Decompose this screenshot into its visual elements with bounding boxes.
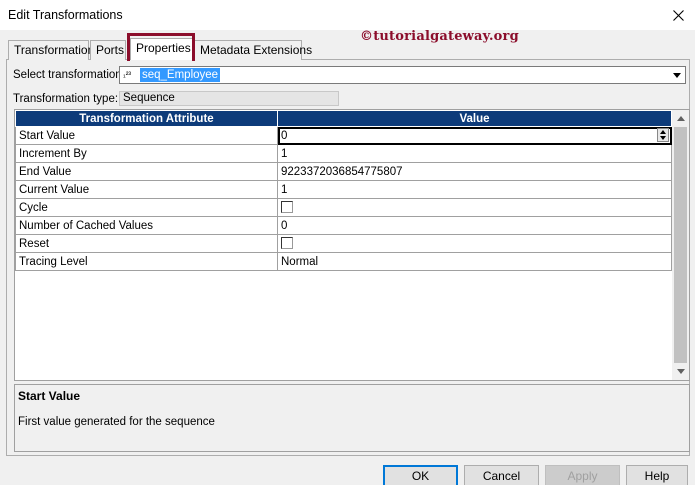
- close-button[interactable]: [665, 2, 691, 28]
- start-value-input[interactable]: 0: [277, 126, 672, 145]
- attribute-name: Tracing Level: [15, 252, 278, 271]
- column-header-attribute: Transformation Attribute: [15, 110, 278, 127]
- tab-properties[interactable]: Properties: [130, 38, 193, 60]
- attribute-name: Current Value: [15, 180, 278, 199]
- transformation-type-label: Transformation type:: [13, 93, 119, 105]
- sequence-icon: ₁²³: [123, 70, 132, 79]
- tab-metadata-extensions[interactable]: Metadata Extensions: [194, 40, 312, 60]
- close-icon: [672, 9, 684, 21]
- tab-transformation[interactable]: Transformation: [8, 40, 94, 60]
- select-transformation-dropdown[interactable]: ₁²³ seq_Employee: [119, 66, 686, 84]
- table-row[interactable]: Start Value 0: [15, 126, 672, 145]
- selected-transformation: seq_Employee: [140, 68, 221, 82]
- title-bar: Edit Transformations: [0, 0, 695, 30]
- column-header-value: Value: [277, 110, 672, 127]
- scrollbar-thumb[interactable]: [674, 127, 687, 363]
- table-row[interactable]: Number of Cached Values 0: [15, 216, 672, 235]
- apply-button: Apply: [545, 465, 620, 485]
- cell-value: 0: [281, 129, 288, 142]
- table-row[interactable]: Cycle: [15, 198, 672, 217]
- attribute-name: Cycle: [15, 198, 278, 217]
- attribute-value[interactable]: 1: [277, 180, 672, 199]
- table-row[interactable]: End Value 9223372036854775807: [15, 162, 672, 181]
- transformation-type-field: Sequence: [119, 91, 339, 106]
- table-row[interactable]: Current Value 1: [15, 180, 672, 199]
- attribute-name: Number of Cached Values: [15, 216, 278, 235]
- scroll-up-icon[interactable]: [672, 110, 689, 127]
- watermark-text: ©tutorialgateway.org: [360, 29, 519, 44]
- scroll-down-icon[interactable]: [672, 363, 689, 380]
- select-transformation-label: Select transformation:: [13, 69, 125, 81]
- attribute-value[interactable]: Normal: [277, 252, 672, 271]
- attribute-value[interactable]: 1: [277, 144, 672, 163]
- window-title: Edit Transformations: [8, 8, 123, 22]
- description-panel: Start Value First value generated for th…: [14, 384, 690, 452]
- attribute-table: Transformation Attribute Value Start Val…: [15, 110, 672, 271]
- spin-down-icon[interactable]: [658, 135, 668, 141]
- dropdown-arrow-icon[interactable]: [669, 67, 685, 83]
- table-row[interactable]: Tracing Level Normal: [15, 252, 672, 271]
- table-header-row: Transformation Attribute Value: [15, 110, 672, 127]
- attribute-name: Reset: [15, 234, 278, 253]
- spin-control[interactable]: [657, 128, 669, 142]
- cancel-button[interactable]: Cancel: [464, 465, 539, 485]
- attribute-value[interactable]: 0: [277, 216, 672, 235]
- tab-ports[interactable]: Ports: [90, 40, 126, 60]
- attribute-name: End Value: [15, 162, 278, 181]
- attribute-value[interactable]: 9223372036854775807: [277, 162, 672, 181]
- help-button[interactable]: Help: [626, 465, 688, 485]
- attribute-grid: Transformation Attribute Value Start Val…: [14, 109, 690, 381]
- ok-button[interactable]: OK: [383, 465, 458, 485]
- cycle-value-cell: [277, 198, 672, 217]
- vertical-scrollbar[interactable]: [672, 110, 689, 380]
- attribute-name: Start Value: [15, 126, 278, 145]
- reset-value-cell: [277, 234, 672, 253]
- reset-checkbox[interactable]: [281, 237, 293, 250]
- attribute-name: Increment By: [15, 144, 278, 163]
- table-row[interactable]: Increment By 1: [15, 144, 672, 163]
- cycle-checkbox[interactable]: [281, 201, 293, 214]
- description-text: First value generated for the sequence: [18, 416, 215, 428]
- description-title: Start Value: [18, 389, 81, 403]
- table-row[interactable]: Reset: [15, 234, 672, 253]
